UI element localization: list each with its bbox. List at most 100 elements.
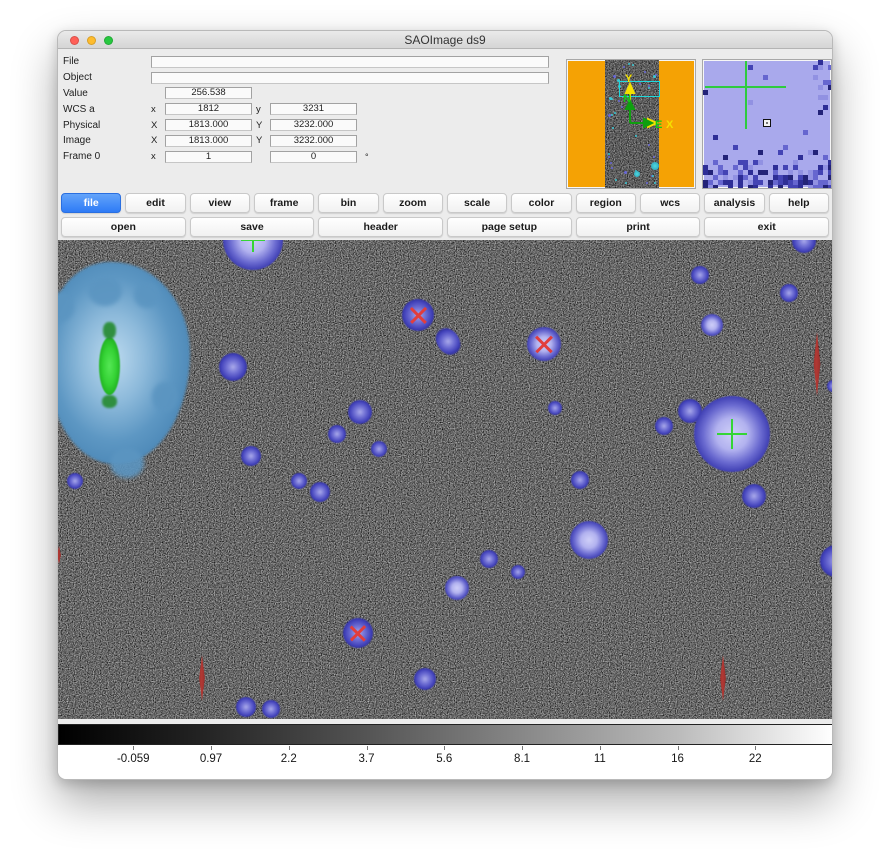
info-row-frame-0: Frame 0x10° <box>63 149 563 165</box>
star <box>742 484 766 508</box>
star <box>792 240 816 253</box>
star <box>348 400 372 424</box>
info-field[interactable]: 1813.000 <box>165 135 252 147</box>
menu-button-edit[interactable]: edit <box>125 193 185 213</box>
info-row-file: File <box>63 54 563 70</box>
info-field[interactable]: 3232.000 <box>270 119 357 131</box>
magnifier-pixel <box>828 185 832 189</box>
colorbar-tick-label: 5.6 <box>436 753 452 765</box>
menu-button-color[interactable]: color <box>511 193 571 213</box>
colorbar-tick <box>755 746 756 750</box>
magnifier-pixel <box>713 185 718 189</box>
menu-button-help[interactable]: help <box>769 193 829 213</box>
magnifier-pixel <box>823 95 828 100</box>
menu-button-frame[interactable]: frame <box>254 193 314 213</box>
colorbar-tick-label: 22 <box>749 753 762 765</box>
star <box>371 441 387 457</box>
magnifier-pixel <box>778 185 783 189</box>
colorbar-tick-label: 2.2 <box>281 753 297 765</box>
magnifier-pixel <box>798 155 803 160</box>
galaxy-blob <box>58 262 190 464</box>
galaxy-lobe <box>152 382 178 412</box>
red-spindle-marker <box>717 655 729 701</box>
minimize-button[interactable] <box>87 36 96 45</box>
colorbar[interactable] <box>58 724 833 745</box>
axis-label-1: x <box>151 104 165 115</box>
menu-button-analysis[interactable]: analysis <box>704 193 764 213</box>
button-page-setup[interactable]: page setup <box>447 217 572 237</box>
star <box>820 545 833 577</box>
menu-button-view[interactable]: view <box>190 193 250 213</box>
info-field[interactable]: 0 <box>270 151 357 163</box>
star <box>480 550 498 568</box>
image-canvas[interactable] <box>58 240 833 719</box>
magnifier-pixel <box>728 185 733 189</box>
info-field[interactable]: 256.538 <box>165 87 252 99</box>
info-field[interactable]: 3232.000 <box>270 135 357 147</box>
galaxy-lobe <box>110 448 144 478</box>
star <box>701 314 723 336</box>
menu-button-file[interactable]: file <box>61 193 121 213</box>
info-field[interactable] <box>151 72 549 84</box>
red-spindle-marker <box>810 332 824 396</box>
magnifier-pixel <box>763 75 768 80</box>
star <box>291 473 307 489</box>
star <box>691 266 709 284</box>
star <box>827 380 833 392</box>
magnifier-pixel <box>813 150 818 155</box>
galaxy-lobe <box>134 282 160 308</box>
axis-label-1: X <box>151 135 165 146</box>
button-open[interactable]: open <box>61 217 186 237</box>
colorbar-tick-label: 0.97 <box>200 753 222 765</box>
info-field[interactable]: 1812 <box>165 103 252 115</box>
menu-button-scale[interactable]: scale <box>447 193 507 213</box>
panner-compass: Y N E X <box>567 60 696 189</box>
zoom-button[interactable] <box>104 36 113 45</box>
panner[interactable]: Y N E X <box>566 59 696 189</box>
magnifier-pixel <box>723 155 728 160</box>
magnifier-pixel <box>748 100 753 105</box>
panner-compass-east-label: E <box>655 119 662 131</box>
magnifier[interactable] <box>702 59 832 189</box>
titlebar[interactable]: SAOImage ds9 <box>58 31 832 49</box>
galaxy-green-core <box>99 337 120 395</box>
axis-label-2: Y <box>256 135 270 146</box>
colorbar-tick-label: 16 <box>671 753 684 765</box>
menu-button-wcs[interactable]: wcs <box>640 193 700 213</box>
info-rows: File Object Value 256.538 WCS ax1812y3231 Phy… <box>63 54 563 165</box>
star <box>780 284 798 302</box>
magnifier-pixel <box>748 65 753 70</box>
button-print[interactable]: print <box>576 217 701 237</box>
info-row-label: Value <box>63 88 151 99</box>
info-field[interactable]: 1813.000 <box>165 119 252 131</box>
magnifier-pixel <box>798 185 803 189</box>
info-row-wcs-a: WCS ax1812y3231 <box>63 101 563 117</box>
close-button[interactable] <box>70 36 79 45</box>
magnifier-pixel <box>758 160 763 165</box>
star <box>241 446 261 466</box>
button-header[interactable]: header <box>318 217 443 237</box>
colorbar-tick-label: 3.7 <box>359 753 375 765</box>
button-exit[interactable]: exit <box>704 217 829 237</box>
colorbar-tick-label: 11 <box>594 753 606 765</box>
star <box>310 482 330 502</box>
info-field[interactable] <box>151 56 549 68</box>
menu-button-bin[interactable]: bin <box>318 193 378 213</box>
region-marker-cross <box>717 419 747 449</box>
info-field[interactable]: 1 <box>165 151 252 163</box>
magnifier-pixel <box>733 145 738 150</box>
info-row-label: Object <box>63 72 151 83</box>
magnifier-pixel <box>818 110 823 115</box>
colorbar-tick <box>367 746 368 750</box>
button-save[interactable]: save <box>190 217 315 237</box>
info-row-value: Value 256.538 <box>63 86 563 102</box>
magnifier-cursor-box <box>763 119 771 127</box>
star <box>219 353 247 381</box>
menu-button-region[interactable]: region <box>576 193 636 213</box>
colorbar-tick <box>133 746 134 750</box>
star <box>571 471 589 489</box>
colorbar-tick <box>289 746 290 750</box>
menu-button-zoom[interactable]: zoom <box>383 193 443 213</box>
info-field[interactable]: 3231 <box>270 103 357 115</box>
info-row-label: Physical <box>63 120 151 131</box>
